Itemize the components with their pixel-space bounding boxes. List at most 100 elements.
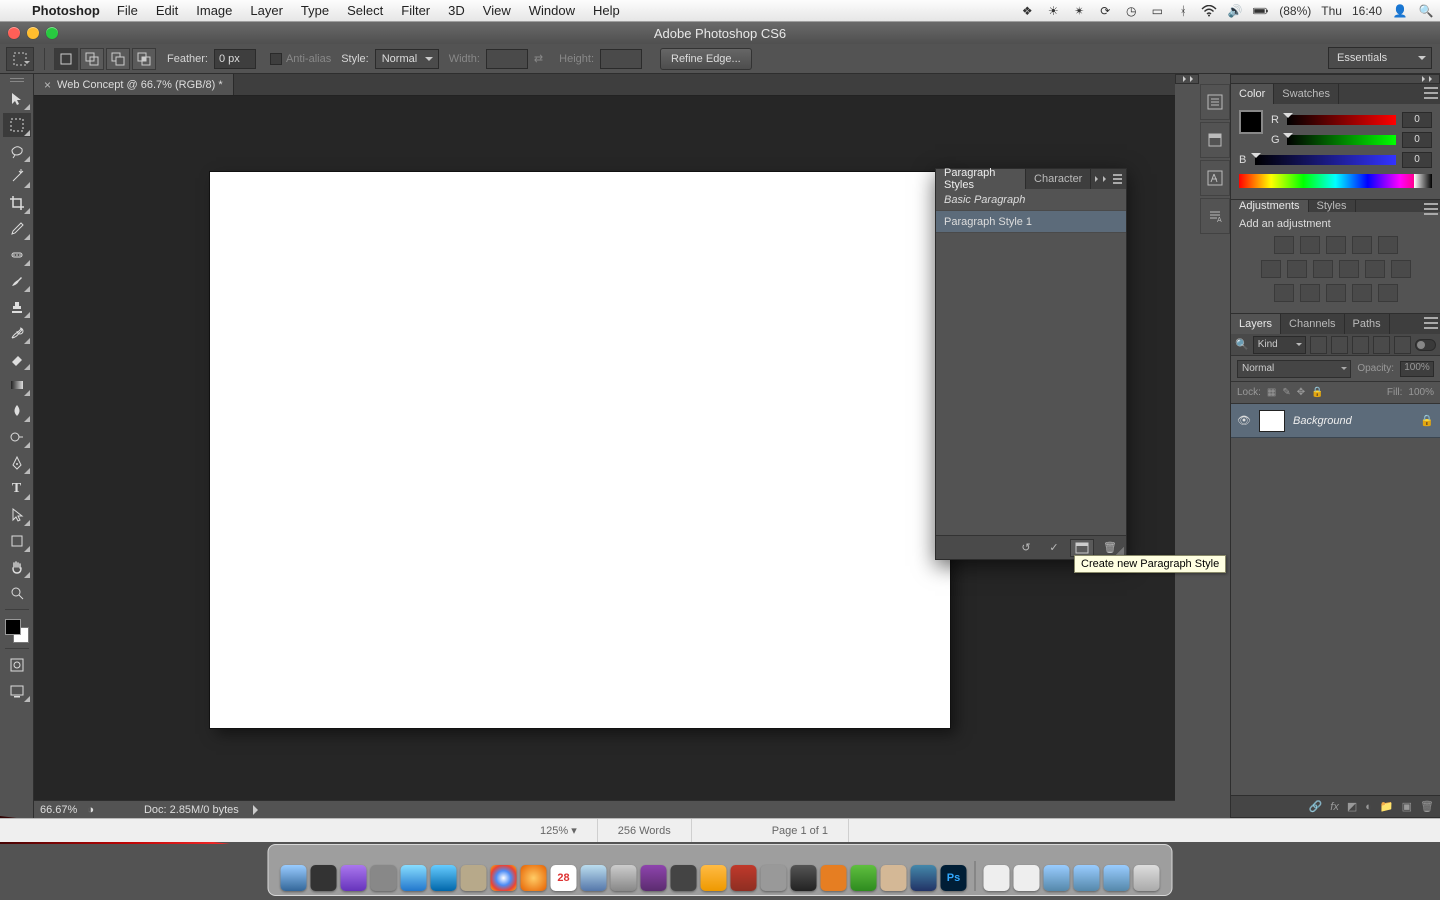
selective-icon[interactable] [1378,284,1398,302]
hand-tool-icon[interactable] [3,555,31,579]
color-spectrum[interactable] [1239,174,1432,188]
marquee-tool-icon[interactable] [3,113,31,137]
menu-layer[interactable]: Layer [241,3,292,18]
layer-row[interactable]: 👁 Background 🔒 [1231,404,1440,438]
color-swatches[interactable] [3,617,31,645]
panel-menu-icon[interactable] [1424,317,1438,329]
intersect-selection-icon[interactable] [132,48,156,70]
refine-edge-button[interactable]: Refine Edge... [660,48,752,70]
dock-app-icon[interactable] [311,865,337,891]
dock-folder-icon[interactable] [1074,865,1100,891]
invert-icon[interactable] [1274,284,1294,302]
menu-type[interactable]: Type [292,3,338,18]
posterize-icon[interactable] [1300,284,1320,302]
window-zoom-button[interactable] [46,27,58,39]
quickmask-icon[interactable] [3,653,31,677]
tab-color[interactable]: Color [1231,84,1274,104]
wand-tool-icon[interactable] [3,165,31,189]
new-selection-icon[interactable] [54,48,78,70]
menu-filter[interactable]: Filter [392,3,439,18]
tab-channels[interactable]: Channels [1281,314,1344,334]
exposure-icon[interactable] [1352,236,1372,254]
panels-collapse-chevrons[interactable] [1230,74,1440,84]
pen-tool-icon[interactable] [3,451,31,475]
lock-icon[interactable]: 🔒 [1420,414,1434,427]
dock-itunes-icon[interactable] [641,865,667,891]
filter-pixel-icon[interactable] [1310,336,1327,354]
dock-folder-icon[interactable] [1044,865,1070,891]
menu-window[interactable]: Window [520,3,584,18]
lookup-icon[interactable] [1391,260,1411,278]
dock-app-icon[interactable] [881,865,907,891]
layer-name[interactable]: Background [1293,415,1352,427]
workspace-switcher[interactable]: Essentials [1328,47,1432,69]
fx-icon[interactable]: fx [1330,801,1339,813]
battery-icon[interactable] [1253,5,1269,17]
history-brush-tool-icon[interactable] [3,321,31,345]
dock-app-icon[interactable] [341,865,367,891]
tools-grip[interactable] [7,78,27,82]
new-layer-icon[interactable]: ▣ [1402,800,1412,813]
dock-app-icon[interactable] [671,865,697,891]
dropbox-icon[interactable]: ❖ [1019,4,1035,18]
stamp-tool-icon[interactable] [3,295,31,319]
status-more-icon[interactable] [253,805,263,815]
dock-doc-icon[interactable] [1014,865,1040,891]
mask-icon[interactable]: ◩ [1347,800,1357,813]
crop-tool-icon[interactable] [3,191,31,215]
style-select[interactable]: Normal [375,49,439,69]
lock-trans-icon[interactable]: ▦ [1267,387,1276,398]
feather-input[interactable] [214,49,256,69]
menu-help[interactable]: Help [584,3,629,18]
window-close-button[interactable] [8,27,20,39]
dock-firefox-icon[interactable] [521,865,547,891]
levels-icon[interactable] [1300,236,1320,254]
lock-paint-icon[interactable]: ✎ [1282,387,1290,398]
r-value[interactable]: 0 [1402,112,1432,128]
hue-icon[interactable] [1261,260,1281,278]
link-layers-icon[interactable]: 🔗 [1309,800,1323,813]
visibility-icon[interactable]: 👁 [1237,414,1251,427]
timemachine-icon[interactable]: ◷ [1123,4,1139,18]
dock-chrome-icon[interactable] [491,865,517,891]
brightness-icon[interactable] [1274,236,1294,254]
clear-override-icon[interactable]: ✓ [1042,539,1066,557]
dock-safari-icon[interactable] [431,865,457,891]
app-menu[interactable]: Photoshop [24,3,108,18]
dock-finder-icon[interactable] [281,865,307,891]
bluetooth-icon[interactable]: ᚼ [1175,4,1191,18]
panel-expand-chevrons[interactable] [1091,169,1113,189]
user-icon[interactable]: 👤 [1392,4,1408,18]
properties-panel-icon[interactable] [1200,122,1230,158]
tab-layers[interactable]: Layers [1231,314,1281,334]
tab-adjustments[interactable]: Adjustments [1231,200,1309,212]
lasso-tool-icon[interactable] [3,139,31,163]
dock-app-icon[interactable] [731,865,757,891]
dock-app-icon[interactable] [581,865,607,891]
path-select-tool-icon[interactable] [3,503,31,527]
panel-menu-icon[interactable] [1424,87,1438,99]
menu-image[interactable]: Image [187,3,241,18]
status-extra-icon[interactable]: ◑ [87,804,94,816]
dock-app-icon[interactable] [911,865,937,891]
filter-shape-icon[interactable] [1373,336,1390,354]
dock-app-icon[interactable] [461,865,487,891]
b-slider[interactable] [1255,155,1396,165]
doc-size[interactable]: Doc: 2.85M/0 bytes [144,804,239,816]
tab-paths[interactable]: Paths [1345,314,1390,334]
eraser-tool-icon[interactable] [3,347,31,371]
document-tab[interactable]: × Web Concept @ 66.7% (RGB/8) * [34,74,234,95]
adjustment-layer-icon[interactable]: ◐ [1365,801,1372,813]
dock-folder-icon[interactable] [1104,865,1130,891]
photo-filter-icon[interactable] [1339,260,1359,278]
menu-view[interactable]: View [474,3,520,18]
tab-styles[interactable]: Styles [1309,200,1356,212]
panel-menu-icon[interactable] [1113,169,1126,189]
gradient-tool-icon[interactable] [3,373,31,397]
sync-icon[interactable]: ⟳ [1097,4,1113,18]
menu-edit[interactable]: Edit [147,3,187,18]
b-value[interactable]: 0 [1402,152,1432,168]
character-panel-icon[interactable] [1200,160,1230,196]
add-selection-icon[interactable] [80,48,104,70]
move-tool-icon[interactable] [3,87,31,111]
